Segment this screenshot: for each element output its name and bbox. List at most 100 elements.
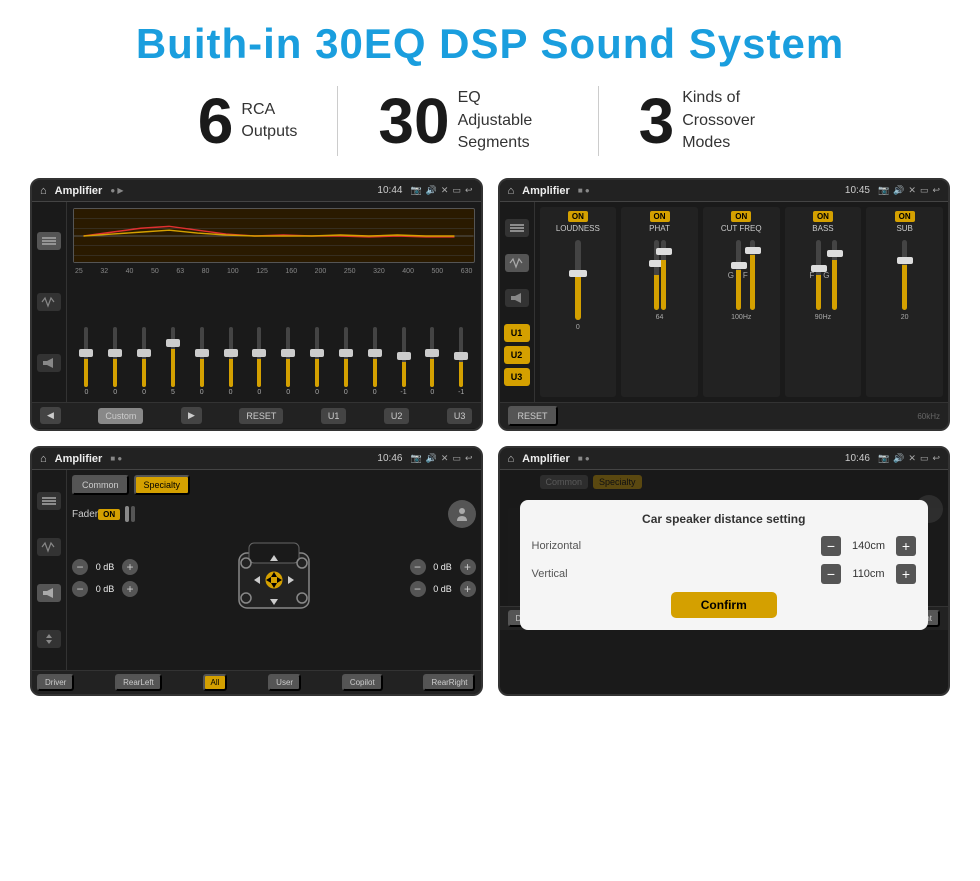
eq-slider-14[interactable]: -1 (448, 327, 475, 396)
vertical-label: Vertical (532, 568, 822, 580)
sub-value: 20 (901, 314, 909, 321)
dialog-horizontal-row: Horizontal − 140cm + (532, 536, 917, 556)
screen1-topbar: ⌂ Amplifier ● ▶ 10:44 📷 🔊 ✕ ▭ ↩ (32, 180, 481, 202)
close-icon-3: ✕ (441, 453, 449, 464)
fader-speaker-icon[interactable] (37, 584, 61, 602)
fader-person-icon (448, 500, 476, 528)
tab-specialty[interactable]: Specialty (134, 475, 191, 495)
channel-sub: ON SUB 20 (866, 207, 943, 397)
eq-sidebar (32, 202, 67, 402)
bass-slider-f[interactable] (816, 240, 821, 310)
eq-preset-button[interactable]: Custom (98, 408, 143, 424)
home-icon-2: ⌂ (508, 185, 515, 197)
fader-arrows-icon[interactable] (37, 630, 61, 648)
cutfreq-slider-g[interactable] (736, 240, 741, 310)
window-icon-2: ▭ (920, 185, 929, 196)
feature-text-crossover: Kinds of Crossover Modes (682, 87, 782, 154)
db-fl-minus[interactable]: − (72, 559, 88, 575)
user-button[interactable]: User (268, 674, 301, 691)
u3-sidebar-button[interactable]: U3 (504, 368, 530, 386)
crossover-filter-icon[interactable] (505, 219, 529, 237)
db-rr-minus[interactable]: − (410, 581, 426, 597)
eq-body: 253240506380100125160200250320400500630 … (32, 202, 481, 402)
feature-number-crossover: 3 (639, 89, 675, 153)
fader-wave-icon[interactable] (37, 538, 61, 556)
crossover-wave-icon[interactable] (505, 254, 529, 272)
eq-slider-5[interactable]: 0 (188, 327, 215, 396)
db-rr-plus[interactable]: + (460, 581, 476, 597)
fader-bottom: Driver RearLeft All User Copilot RearRig… (32, 670, 481, 694)
fader-filter-icon[interactable] (37, 492, 61, 510)
eq-slider-6[interactable]: 0 (217, 327, 244, 396)
eq-sliders: 0 0 (73, 279, 475, 396)
eq-sidebar-filter-icon[interactable] (37, 232, 61, 250)
eq-slider-7[interactable]: 0 (246, 327, 273, 396)
db-fr-minus[interactable]: − (410, 559, 426, 575)
u2-sidebar-button[interactable]: U2 (504, 346, 530, 364)
eq-slider-3[interactable]: 0 (131, 327, 158, 396)
volume-icon-4: 🔊 (893, 453, 904, 464)
eq-sidebar-wave-icon[interactable] (37, 293, 61, 311)
driver-button[interactable]: Driver (37, 674, 74, 691)
eq-u2-button[interactable]: U2 (384, 408, 410, 424)
db-rr-value: 0 dB (429, 584, 457, 594)
eq-slider-2[interactable]: 0 (102, 327, 129, 396)
eq-u3-button[interactable]: U3 (447, 408, 473, 424)
eq-slider-11[interactable]: 0 (361, 327, 388, 396)
volume-icon: 🔊 (426, 185, 437, 196)
eq-slider-1[interactable]: 0 (73, 327, 100, 396)
fader-tabs: Common Specialty (72, 475, 476, 495)
fader-on-badge[interactable]: ON (98, 509, 120, 520)
page-container: Buith-in 30EQ DSP Sound System 6 RCA Out… (0, 0, 980, 716)
screen1-time: 10:44 (377, 185, 402, 196)
screen3-topbar: ⌂ Amplifier ■ ● 10:46 📷 🔊 ✕ ▭ ↩ (32, 448, 481, 470)
crossover-speaker-icon[interactable] (505, 289, 529, 307)
bass-label: BASS (812, 224, 833, 233)
screen2-time: 10:45 (845, 185, 870, 196)
eq-prev-button[interactable]: ◀ (40, 407, 61, 424)
db-fl-plus[interactable]: + (122, 559, 138, 575)
camera-icon-4: 📷 (878, 453, 889, 464)
eq-slider-12[interactable]: -1 (390, 327, 417, 396)
vertical-plus-button[interactable]: + (896, 564, 916, 584)
copilot-button[interactable]: Copilot (342, 674, 383, 691)
fader-sidebar (32, 470, 67, 670)
horizontal-minus-button[interactable]: − (821, 536, 841, 556)
eq-slider-9[interactable]: 0 (304, 327, 331, 396)
dialog-title: Car speaker distance setting (532, 512, 917, 526)
eq-slider-8[interactable]: 0 (275, 327, 302, 396)
fader-header: Fader ON (72, 500, 476, 528)
db-rl-plus[interactable]: + (122, 581, 138, 597)
screen4-topbar-icons: 📷 🔊 ✕ ▭ ↩ (878, 453, 940, 464)
db-fr-plus[interactable]: + (460, 559, 476, 575)
confirm-button[interactable]: Confirm (671, 592, 777, 618)
phat-label: PHAT (649, 224, 670, 233)
all-button[interactable]: All (203, 674, 228, 691)
fader-right-controls: − 0 dB + − 0 dB + (410, 559, 476, 597)
feature-text-eq: EQ Adjustable Segments (458, 87, 558, 154)
rear-right-button[interactable]: RearRight (423, 674, 475, 691)
tab-common[interactable]: Common (72, 475, 129, 495)
fader-label: Fader (72, 509, 98, 520)
sub-slider[interactable] (902, 240, 907, 310)
horizontal-plus-button[interactable]: + (896, 536, 916, 556)
eq-slider-13[interactable]: 0 (419, 327, 446, 396)
bass-on-badge: ON (813, 211, 833, 222)
eq-sidebar-speaker-icon[interactable] (37, 354, 61, 372)
cutfreq-slider-f[interactable] (750, 240, 755, 310)
eq-slider-10[interactable]: 0 (332, 327, 359, 396)
u1-sidebar-button[interactable]: U1 (504, 324, 530, 342)
bass-slider-g[interactable] (832, 240, 837, 310)
db-rl-minus[interactable]: − (72, 581, 88, 597)
crossover-reset-button[interactable]: RESET (508, 406, 558, 426)
phat-slider-2[interactable] (661, 240, 666, 310)
eq-u1-button[interactable]: U1 (321, 408, 347, 424)
eq-slider-4[interactable]: 5 (159, 327, 186, 396)
rear-left-button[interactable]: RearLeft (115, 674, 162, 691)
loudness-label: LOUDNESS (556, 224, 600, 233)
eq-reset-button[interactable]: RESET (239, 408, 283, 424)
db-fl-value: 0 dB (91, 562, 119, 572)
vertical-minus-button[interactable]: − (821, 564, 841, 584)
eq-play-button[interactable]: ▶ (181, 407, 202, 424)
loudness-slider[interactable] (575, 240, 581, 320)
